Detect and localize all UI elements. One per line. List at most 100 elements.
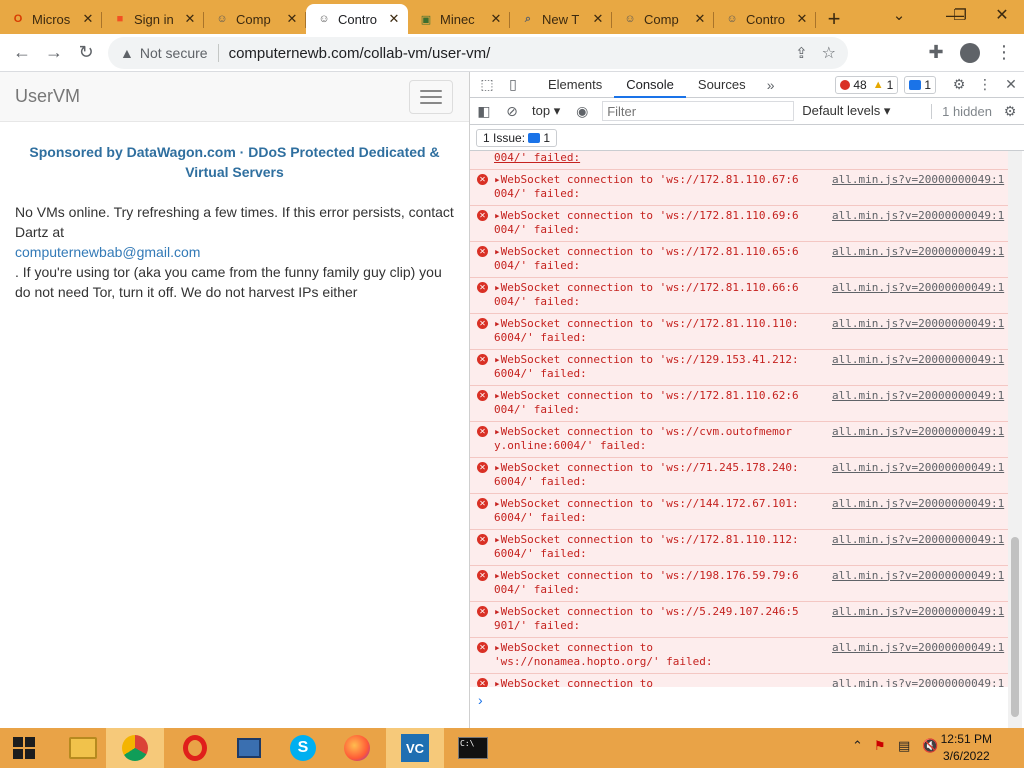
console-scrollbar[interactable]	[1008, 151, 1022, 728]
power-icon[interactable]: ▤	[898, 738, 910, 754]
settings-gear-icon[interactable]: ⚙	[946, 76, 972, 93]
close-tab-icon[interactable]: ✕	[692, 11, 708, 27]
console-error-entry[interactable]: ✕ ▸WebSocket connection to 'ws://172.81.1…	[470, 313, 1008, 350]
issues-counter[interactable]: 1	[904, 75, 936, 94]
close-tab-icon[interactable]: ✕	[284, 11, 300, 27]
firefox-icon[interactable]	[334, 728, 380, 768]
browser-tab[interactable]: ⌕ New T ✕	[510, 4, 612, 34]
close-devtools-icon[interactable]: ✕	[998, 76, 1024, 93]
file-explorer-icon[interactable]	[60, 728, 106, 768]
contact-email-link[interactable]: computernewbab@gmail.com	[15, 242, 454, 262]
terminal-icon[interactable]: C:\	[450, 728, 496, 768]
console-settings-gear-icon[interactable]: ⚙	[996, 103, 1024, 120]
close-tab-icon[interactable]: ✕	[488, 11, 504, 27]
browser-tab[interactable]: ☺ Comp ✕	[612, 4, 714, 34]
opera-icon[interactable]	[172, 728, 218, 768]
error-source-link[interactable]: all.min.js?v=20000000049:1	[832, 605, 1004, 620]
tray-expand-icon[interactable]: ⌃	[852, 738, 863, 754]
volume-muted-icon[interactable]: 🔇	[922, 738, 938, 754]
browser-tab[interactable]: ☺ Contro ✕	[306, 4, 408, 34]
reload-button[interactable]: ↻	[70, 37, 102, 69]
console-filter-input[interactable]: Filter	[602, 101, 795, 121]
sidebar-toggle-icon[interactable]: ◧	[470, 103, 498, 120]
clear-console-icon[interactable]: ⊘	[498, 103, 526, 120]
console-error-entry[interactable]: ✕ ▸WebSocket connection to 'ws://172.81.1…	[470, 205, 1008, 242]
error-source-link[interactable]: all.min.js?v=20000000049:1	[832, 497, 1004, 512]
live-expression-eye-icon[interactable]: ◉	[568, 103, 596, 120]
error-source-link[interactable]: all.min.js?v=20000000049:1	[832, 353, 1004, 368]
console-error-entry[interactable]: ✕ ▸WebSocket connection to 'ws://cvm.outo…	[470, 421, 1008, 458]
console-error-entry[interactable]: ✕ ▸WebSocket connection to all.min.js?v=20…	[470, 637, 1008, 674]
devtools-menu-icon[interactable]: ⋮	[972, 76, 998, 93]
console-prompt[interactable]: ›	[478, 692, 483, 708]
close-tab-icon[interactable]: ✕	[386, 11, 402, 27]
extensions-icon[interactable]: ✚	[920, 37, 952, 69]
tab-elements[interactable]: Elements	[536, 72, 614, 98]
console-error-entry[interactable]: ✕ ▸WebSocket connection to 'ws://172.81.1…	[470, 277, 1008, 314]
error-source-link[interactable]: all.min.js?v=20000000049:1	[832, 677, 1004, 688]
console-error-entry[interactable]: ✕ ▸WebSocket connection to 'ws://172.81.1…	[470, 529, 1008, 566]
device-toolbar-icon[interactable]: ▯	[500, 76, 526, 93]
browser-tab[interactable]: O Micros ✕	[0, 4, 102, 34]
error-source-link[interactable]: all.min.js?v=20000000049:1	[832, 533, 1004, 548]
error-source-link[interactable]: all.min.js?v=20000000049:1	[832, 389, 1004, 404]
console-error-entry[interactable]: ✕ ▸WebSocket connection to 'ws://172.81.1…	[470, 385, 1008, 422]
browser-tab[interactable]: ☺ Contro ✕	[714, 4, 816, 34]
error-source-link[interactable]: all.min.js?v=20000000049:1	[832, 569, 1004, 584]
close-window-button[interactable]: ✕	[980, 0, 1024, 30]
close-tab-icon[interactable]: ✕	[590, 11, 606, 27]
restore-button[interactable]: ❐	[940, 0, 980, 30]
console-error-entry[interactable]: ✕ ▸WebSocket connection to 'ws://144.172.…	[470, 493, 1008, 530]
console-error-entry[interactable]: ✕ ▸WebSocket connection to 'ws://71.245.1…	[470, 457, 1008, 494]
console-error-entry[interactable]: ✕ ▸WebSocket connection to 'ws://172.81.1…	[470, 169, 1008, 206]
browser-tab[interactable]: ■ Sign in ✕	[102, 4, 204, 34]
start-button[interactable]	[0, 728, 48, 768]
log-levels-dropdown[interactable]: Default levels ▾	[802, 103, 890, 119]
forward-button[interactable]: →	[38, 37, 70, 69]
error-source-link[interactable]: all.min.js?v=20000000049:1	[832, 425, 1004, 440]
sponsor-link[interactable]: Sponsored by DataWagon.com · DDoS Protec…	[0, 142, 469, 182]
brand-title[interactable]: UserVM	[15, 86, 80, 107]
close-tab-icon[interactable]: ✕	[80, 11, 96, 27]
vscode-icon[interactable]: VC	[386, 728, 444, 768]
error-warning-counter[interactable]: 48 ▲ 1	[835, 75, 899, 94]
console-error-entry[interactable]: ✕ ▸WebSocket connection to 'ws://198.176.…	[470, 565, 1008, 602]
back-button[interactable]: ←	[6, 37, 38, 69]
menu-kebab-icon[interactable]: ⋮	[988, 37, 1020, 69]
bookmark-star-icon[interactable]: ☆	[822, 43, 836, 63]
chrome-icon[interactable]	[106, 728, 164, 768]
close-tab-icon[interactable]: ✕	[182, 11, 198, 27]
inspect-element-icon[interactable]: ⬚	[474, 76, 500, 93]
console-error-entry[interactable]: ✕ ▸WebSocket connection to 'ws://5.249.10…	[470, 601, 1008, 638]
error-source-link[interactable]: all.min.js?v=20000000049:1	[832, 641, 1004, 656]
tab-sources[interactable]: Sources	[686, 72, 758, 98]
scrollbar-thumb[interactable]	[1011, 537, 1019, 717]
browser-tab[interactable]: ▣ Minec ✕	[408, 4, 510, 34]
hamburger-menu-button[interactable]	[409, 79, 453, 114]
browser-tab[interactable]: ☺ Comp ✕	[204, 4, 306, 34]
system-clock[interactable]: 12:51 PM 3/6/2022	[941, 731, 992, 765]
more-tabs-icon[interactable]: »	[758, 77, 784, 93]
error-source-link[interactable]: all.min.js?v=20000000049:1	[832, 317, 1004, 332]
console-error-entry[interactable]: ✕ ▸WebSocket connection to 'ws://129.153.…	[470, 349, 1008, 386]
profile-avatar[interactable]	[954, 37, 986, 69]
error-x-icon: ✕	[477, 605, 488, 617]
tab-console[interactable]: Console	[614, 72, 686, 98]
issues-button[interactable]: 1 Issue: 1	[476, 128, 558, 147]
address-bar[interactable]: ▲ Not secure computernewb.com/collab-vm/…	[108, 37, 848, 69]
error-source-link[interactable]: all.min.js?v=20000000049:1	[832, 281, 1004, 296]
new-tab-button[interactable]: +	[816, 4, 852, 34]
error-source-link[interactable]: all.min.js?v=20000000049:1	[832, 173, 1004, 188]
skype-icon[interactable]: S	[280, 728, 326, 768]
console-error-entry[interactable]: ✕ ▸WebSocket connection to 'ws://172.81.1…	[470, 241, 1008, 278]
console-error-entry[interactable]: ✕ ▸WebSocket connection to all.min.js?v=20…	[470, 673, 1008, 688]
network-icon[interactable]	[226, 728, 272, 768]
error-source-link[interactable]: all.min.js?v=20000000049:1	[832, 461, 1004, 476]
close-tab-icon[interactable]: ✕	[794, 11, 810, 27]
tab-search-chevron-icon[interactable]: ⌄	[876, 0, 922, 30]
share-icon[interactable]: ⇪	[795, 44, 808, 62]
error-source-link[interactable]: all.min.js?v=20000000049:1	[832, 245, 1004, 260]
network-status-icon[interactable]: ⚑	[874, 738, 886, 754]
error-source-link[interactable]: all.min.js?v=20000000049:1	[832, 209, 1004, 224]
context-selector[interactable]: top ▾	[532, 103, 560, 119]
